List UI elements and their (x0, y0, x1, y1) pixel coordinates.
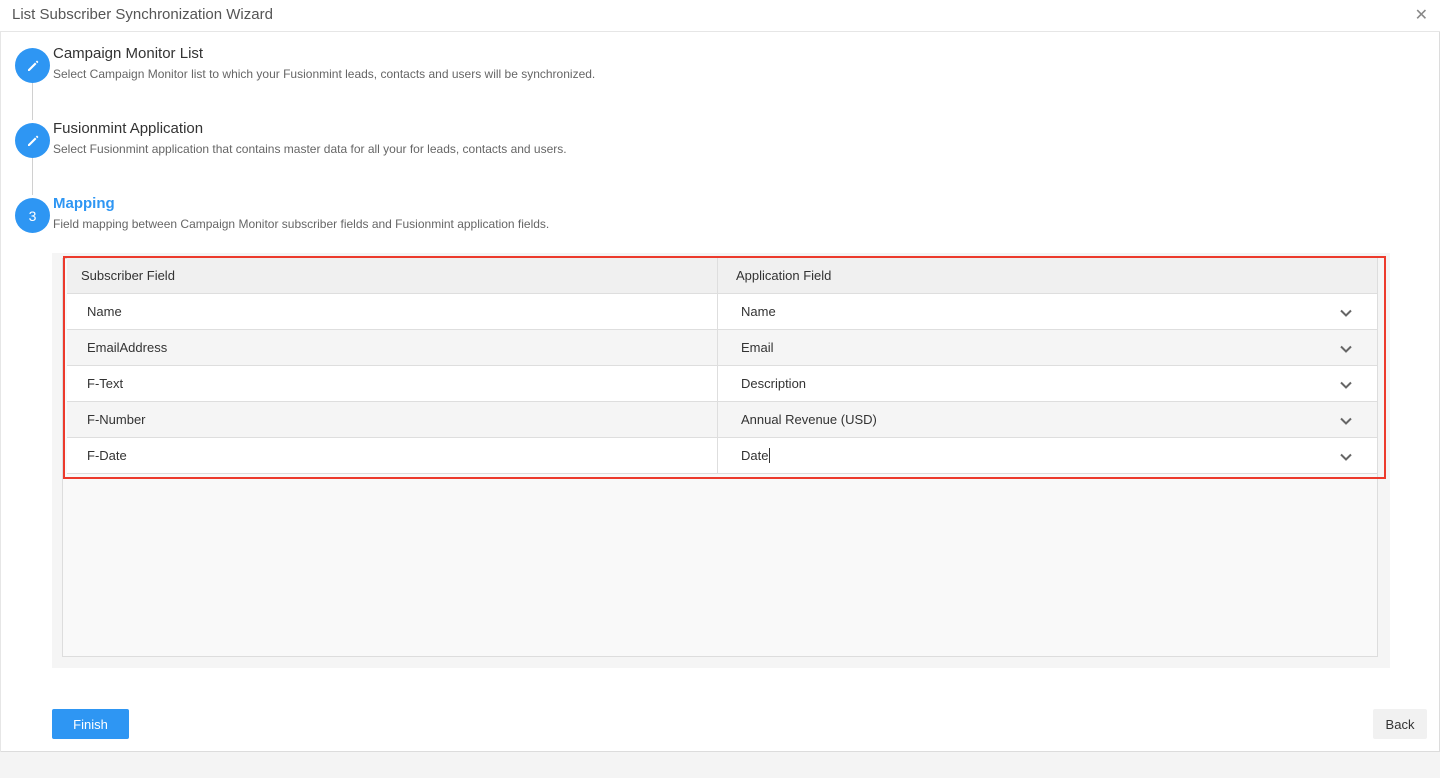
pencil-icon (27, 60, 38, 71)
table-header: Subscriber Field Application Field (67, 258, 1377, 294)
page-footer-strip (0, 752, 1440, 778)
application-field-select[interactable]: Description (718, 366, 1377, 401)
step-3-title: Mapping (53, 195, 115, 212)
step-connector (32, 82, 33, 120)
application-field-select[interactable]: Email (718, 330, 1377, 365)
subscriber-field-name: Name (87, 304, 122, 319)
table-row: F-Number Annual Revenue (USD) (67, 402, 1377, 438)
subscriber-cell: F-Date (67, 438, 718, 473)
step-1-marker[interactable] (15, 48, 50, 83)
subscriber-cell: EmailAddress (67, 330, 718, 365)
chevron-down-icon[interactable] (1339, 342, 1353, 356)
application-field-select[interactable]: Annual Revenue (USD) (718, 402, 1377, 437)
application-field-select[interactable]: Date (718, 438, 1377, 473)
chevron-down-icon[interactable] (1339, 378, 1353, 392)
application-field-select[interactable]: Name (718, 294, 1377, 329)
application-field-value-wrap: Date (741, 448, 771, 463)
subscriber-cell: Name (67, 294, 718, 329)
table-row: EmailAddress Email (67, 330, 1377, 366)
step-1-title[interactable]: Campaign Monitor List (53, 45, 203, 62)
step-3-marker: 3 (15, 198, 50, 233)
window-title: List Subscriber Synchronization Wizard (12, 6, 273, 23)
table-row: Name Name (67, 294, 1377, 330)
step-1-description: Select Campaign Monitor list to which yo… (53, 67, 596, 81)
step-2-marker[interactable] (15, 123, 50, 158)
pencil-icon (27, 135, 38, 146)
step-2-title[interactable]: Fusionmint Application (53, 120, 203, 137)
subscriber-field-name: EmailAddress (87, 340, 168, 355)
step-2-description: Select Fusionmint application that conta… (53, 142, 567, 156)
back-button[interactable]: Back (1373, 709, 1427, 739)
chevron-down-icon[interactable] (1339, 414, 1353, 428)
step-connector (32, 157, 33, 195)
text-cursor (769, 448, 771, 463)
application-field-value: Email (741, 340, 774, 355)
application-field-value: Annual Revenue (USD) (741, 412, 877, 427)
application-field-value: Date (741, 448, 769, 463)
close-icon[interactable]: ✕ (1415, 5, 1428, 25)
subscriber-field-name: F-Text (87, 376, 124, 391)
application-field-value: Name (741, 304, 776, 319)
subscriber-field-name: F-Number (87, 412, 146, 427)
header-cell-subscriber: Subscriber Field (67, 258, 718, 293)
header-cell-application: Application Field (718, 258, 1377, 293)
wizard-dialog: List Subscriber Synchronization Wizard ✕… (0, 0, 1440, 752)
step-3-description: Field mapping between Campaign Monitor s… (53, 217, 550, 231)
table-row: F-Text Description (67, 366, 1377, 402)
chevron-down-icon[interactable] (1339, 306, 1353, 320)
column-header-subscriber-field: Subscriber Field (81, 268, 175, 283)
application-field-value: Description (741, 376, 807, 391)
chevron-down-icon[interactable] (1339, 450, 1353, 464)
table-row: F-Date Date (67, 438, 1377, 474)
finish-button[interactable]: Finish (52, 709, 129, 739)
title-bar: List Subscriber Synchronization Wizard ✕ (0, 0, 1440, 32)
subscriber-cell: F-Number (67, 402, 718, 437)
subscriber-field-name: F-Date (87, 448, 127, 463)
column-header-application-field: Application Field (736, 268, 832, 283)
left-border (0, 32, 1, 752)
subscriber-cell: F-Text (67, 366, 718, 401)
